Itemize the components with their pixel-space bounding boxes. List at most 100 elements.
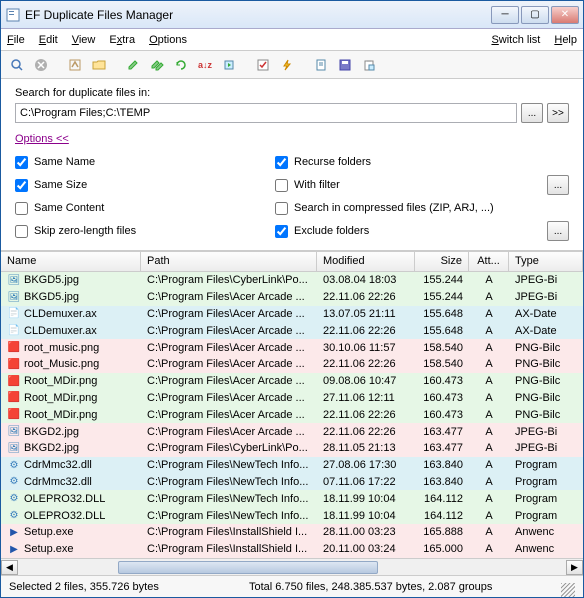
stop-icon[interactable] — [31, 55, 51, 75]
refresh-icon[interactable] — [171, 55, 191, 75]
resize-grip-icon[interactable] — [561, 583, 575, 597]
menu-edit[interactable]: Edit — [39, 34, 58, 46]
table-row[interactable]: 🟥Root_MDir.pngC:\Program Files\Acer Arca… — [1, 406, 583, 423]
edit-icon[interactable] — [123, 55, 143, 75]
checkbox-same-size[interactable] — [15, 179, 28, 192]
scroll-right-icon[interactable]: ▶ — [566, 560, 583, 575]
menu-file[interactable]: File — [7, 34, 25, 46]
table-row[interactable]: 🖼BKGD2.jpgC:\Program Files\CyberLink\Po.… — [1, 440, 583, 457]
menu-extra[interactable]: Extra — [109, 34, 135, 46]
search-label: Search for duplicate files in: — [15, 87, 569, 99]
cell-att: A — [469, 526, 509, 538]
opt-skip-zero[interactable]: Skip zero-length files — [15, 222, 245, 240]
scrollbar-thumb[interactable] — [118, 561, 378, 574]
save-icon[interactable] — [335, 55, 355, 75]
cell-type: JPEG-Bi — [509, 426, 583, 438]
cell-att: A — [469, 510, 509, 522]
table-row[interactable]: ⚙CdrMmc32.dllC:\Program Files\NewTech In… — [1, 457, 583, 474]
cell-type: PNG-Bilc — [509, 375, 583, 387]
sort-alpha-icon[interactable]: a↓z — [195, 55, 215, 75]
opt-recurse[interactable]: Recurse folders — [275, 153, 569, 171]
table-row[interactable]: 🖼BKGD2.jpgC:\Program Files\Acer Arcade .… — [1, 423, 583, 440]
menu-options[interactable]: Options — [149, 34, 187, 46]
table-row[interactable]: ▶Setup.exeC:\Program Files\InstallShield… — [1, 524, 583, 541]
cell-size: 160.473 — [415, 409, 469, 421]
cell-type: PNG-Bilc — [509, 409, 583, 421]
list-rows: 🖼BKGD5.jpgC:\Program Files\CyberLink\Po.… — [1, 272, 583, 558]
table-row[interactable]: 📄CLDemuxer.axC:\Program Files\Acer Arcad… — [1, 322, 583, 339]
search-path-input[interactable] — [15, 103, 517, 123]
opt-same-content[interactable]: Same Content — [15, 199, 245, 217]
file-icon: 🟥 — [7, 357, 21, 371]
col-header-att[interactable]: Att... — [469, 252, 509, 271]
edit-all-icon[interactable] — [147, 55, 167, 75]
checkbox-exclude[interactable] — [275, 225, 288, 238]
menu-view[interactable]: View — [72, 34, 96, 46]
exclude-config-button[interactable]: ... — [547, 221, 569, 241]
clipboard-icon[interactable] — [359, 55, 379, 75]
list-header: Name Path Modified Size Att... Type — [1, 252, 583, 272]
table-row[interactable]: ⚙OLEPRO32.DLLC:\Program Files\NewTech In… — [1, 507, 583, 524]
cell-att: A — [469, 493, 509, 505]
col-header-path[interactable]: Path — [141, 252, 317, 271]
file-icon: 🖼 — [7, 273, 21, 287]
table-row[interactable]: ▶Setup.exeC:\Program Files\InstallShield… — [1, 541, 583, 558]
opt-same-size[interactable]: Same Size — [15, 176, 245, 194]
cell-att: A — [469, 426, 509, 438]
scroll-left-icon[interactable]: ◀ — [1, 560, 18, 575]
cell-path: C:\Program Files\InstallShield I... — [141, 526, 317, 538]
cell-size: 155.648 — [415, 325, 469, 337]
cell-name: BKGD2.jpg — [24, 426, 79, 438]
table-row[interactable]: ⚙CdrMmc32.dllC:\Program Files\NewTech In… — [1, 474, 583, 491]
horizontal-scrollbar[interactable]: ◀ ▶ — [1, 558, 583, 575]
table-row[interactable]: 📄CLDemuxer.axC:\Program Files\Acer Arcad… — [1, 306, 583, 323]
cell-name: Setup.exe — [24, 543, 74, 555]
checkbox-same-name[interactable] — [15, 156, 28, 169]
execute-icon[interactable] — [219, 55, 239, 75]
minimize-button[interactable]: ─ — [491, 6, 519, 24]
app-icon — [5, 7, 21, 23]
checkbox-recurse[interactable] — [275, 156, 288, 169]
col-header-modified[interactable]: Modified — [317, 252, 415, 271]
cell-size: 158.540 — [415, 358, 469, 370]
checkbox-skip-zero[interactable] — [15, 225, 28, 238]
close-button[interactable]: ✕ — [551, 6, 579, 24]
cell-att: A — [469, 442, 509, 454]
cell-size: 155.648 — [415, 308, 469, 320]
checkbox-compressed[interactable] — [275, 202, 288, 215]
table-row[interactable]: ⚙OLEPRO32.DLLC:\Program Files\NewTech In… — [1, 490, 583, 507]
bolt-icon[interactable] — [277, 55, 297, 75]
cell-size: 165.000 — [415, 543, 469, 555]
opt-same-name[interactable]: Same Name — [15, 153, 245, 171]
file-icon: ⚙ — [7, 492, 21, 506]
menu-switch-list[interactable]: Switch list — [491, 34, 540, 46]
check-icon[interactable] — [253, 55, 273, 75]
col-header-name[interactable]: Name — [1, 252, 141, 271]
options-toggle-link[interactable]: Options << — [15, 133, 69, 145]
col-header-size[interactable]: Size — [415, 252, 469, 271]
search-icon[interactable] — [7, 55, 27, 75]
filter-config-button[interactable]: ... — [547, 175, 569, 195]
col-header-type[interactable]: Type — [509, 252, 583, 271]
cell-modified: 18.11.99 10:04 — [317, 493, 415, 505]
table-row[interactable]: 🖼BKGD5.jpgC:\Program Files\CyberLink\Po.… — [1, 272, 583, 289]
table-row[interactable]: 🟥root_music.pngC:\Program Files\Acer Arc… — [1, 339, 583, 356]
search-panel: Search for duplicate files in: ... >> Op… — [1, 79, 583, 251]
folder-icon[interactable] — [89, 55, 109, 75]
expand-button[interactable]: >> — [547, 103, 569, 123]
document-icon[interactable] — [311, 55, 331, 75]
cell-path: C:\Program Files\CyberLink\Po... — [141, 442, 317, 454]
checkbox-with-filter[interactable] — [275, 179, 288, 192]
table-row[interactable]: 🟥Root_MDir.pngC:\Program Files\Acer Arca… — [1, 373, 583, 390]
table-row[interactable]: 🟥Root_MDir.pngC:\Program Files\Acer Arca… — [1, 390, 583, 407]
table-row[interactable]: 🖼BKGD5.jpgC:\Program Files\Acer Arcade .… — [1, 289, 583, 306]
checkbox-same-content[interactable] — [15, 202, 28, 215]
table-row[interactable]: 🟥root_Music.pngC:\Program Files\Acer Arc… — [1, 356, 583, 373]
menu-help[interactable]: Help — [554, 34, 577, 46]
opt-compressed[interactable]: Search in compressed files (ZIP, ARJ, ..… — [275, 199, 569, 217]
cell-att: A — [469, 291, 509, 303]
file-icon: 🟥 — [7, 391, 21, 405]
browse-button[interactable]: ... — [521, 103, 543, 123]
up-icon[interactable] — [65, 55, 85, 75]
maximize-button[interactable]: ▢ — [521, 6, 549, 24]
